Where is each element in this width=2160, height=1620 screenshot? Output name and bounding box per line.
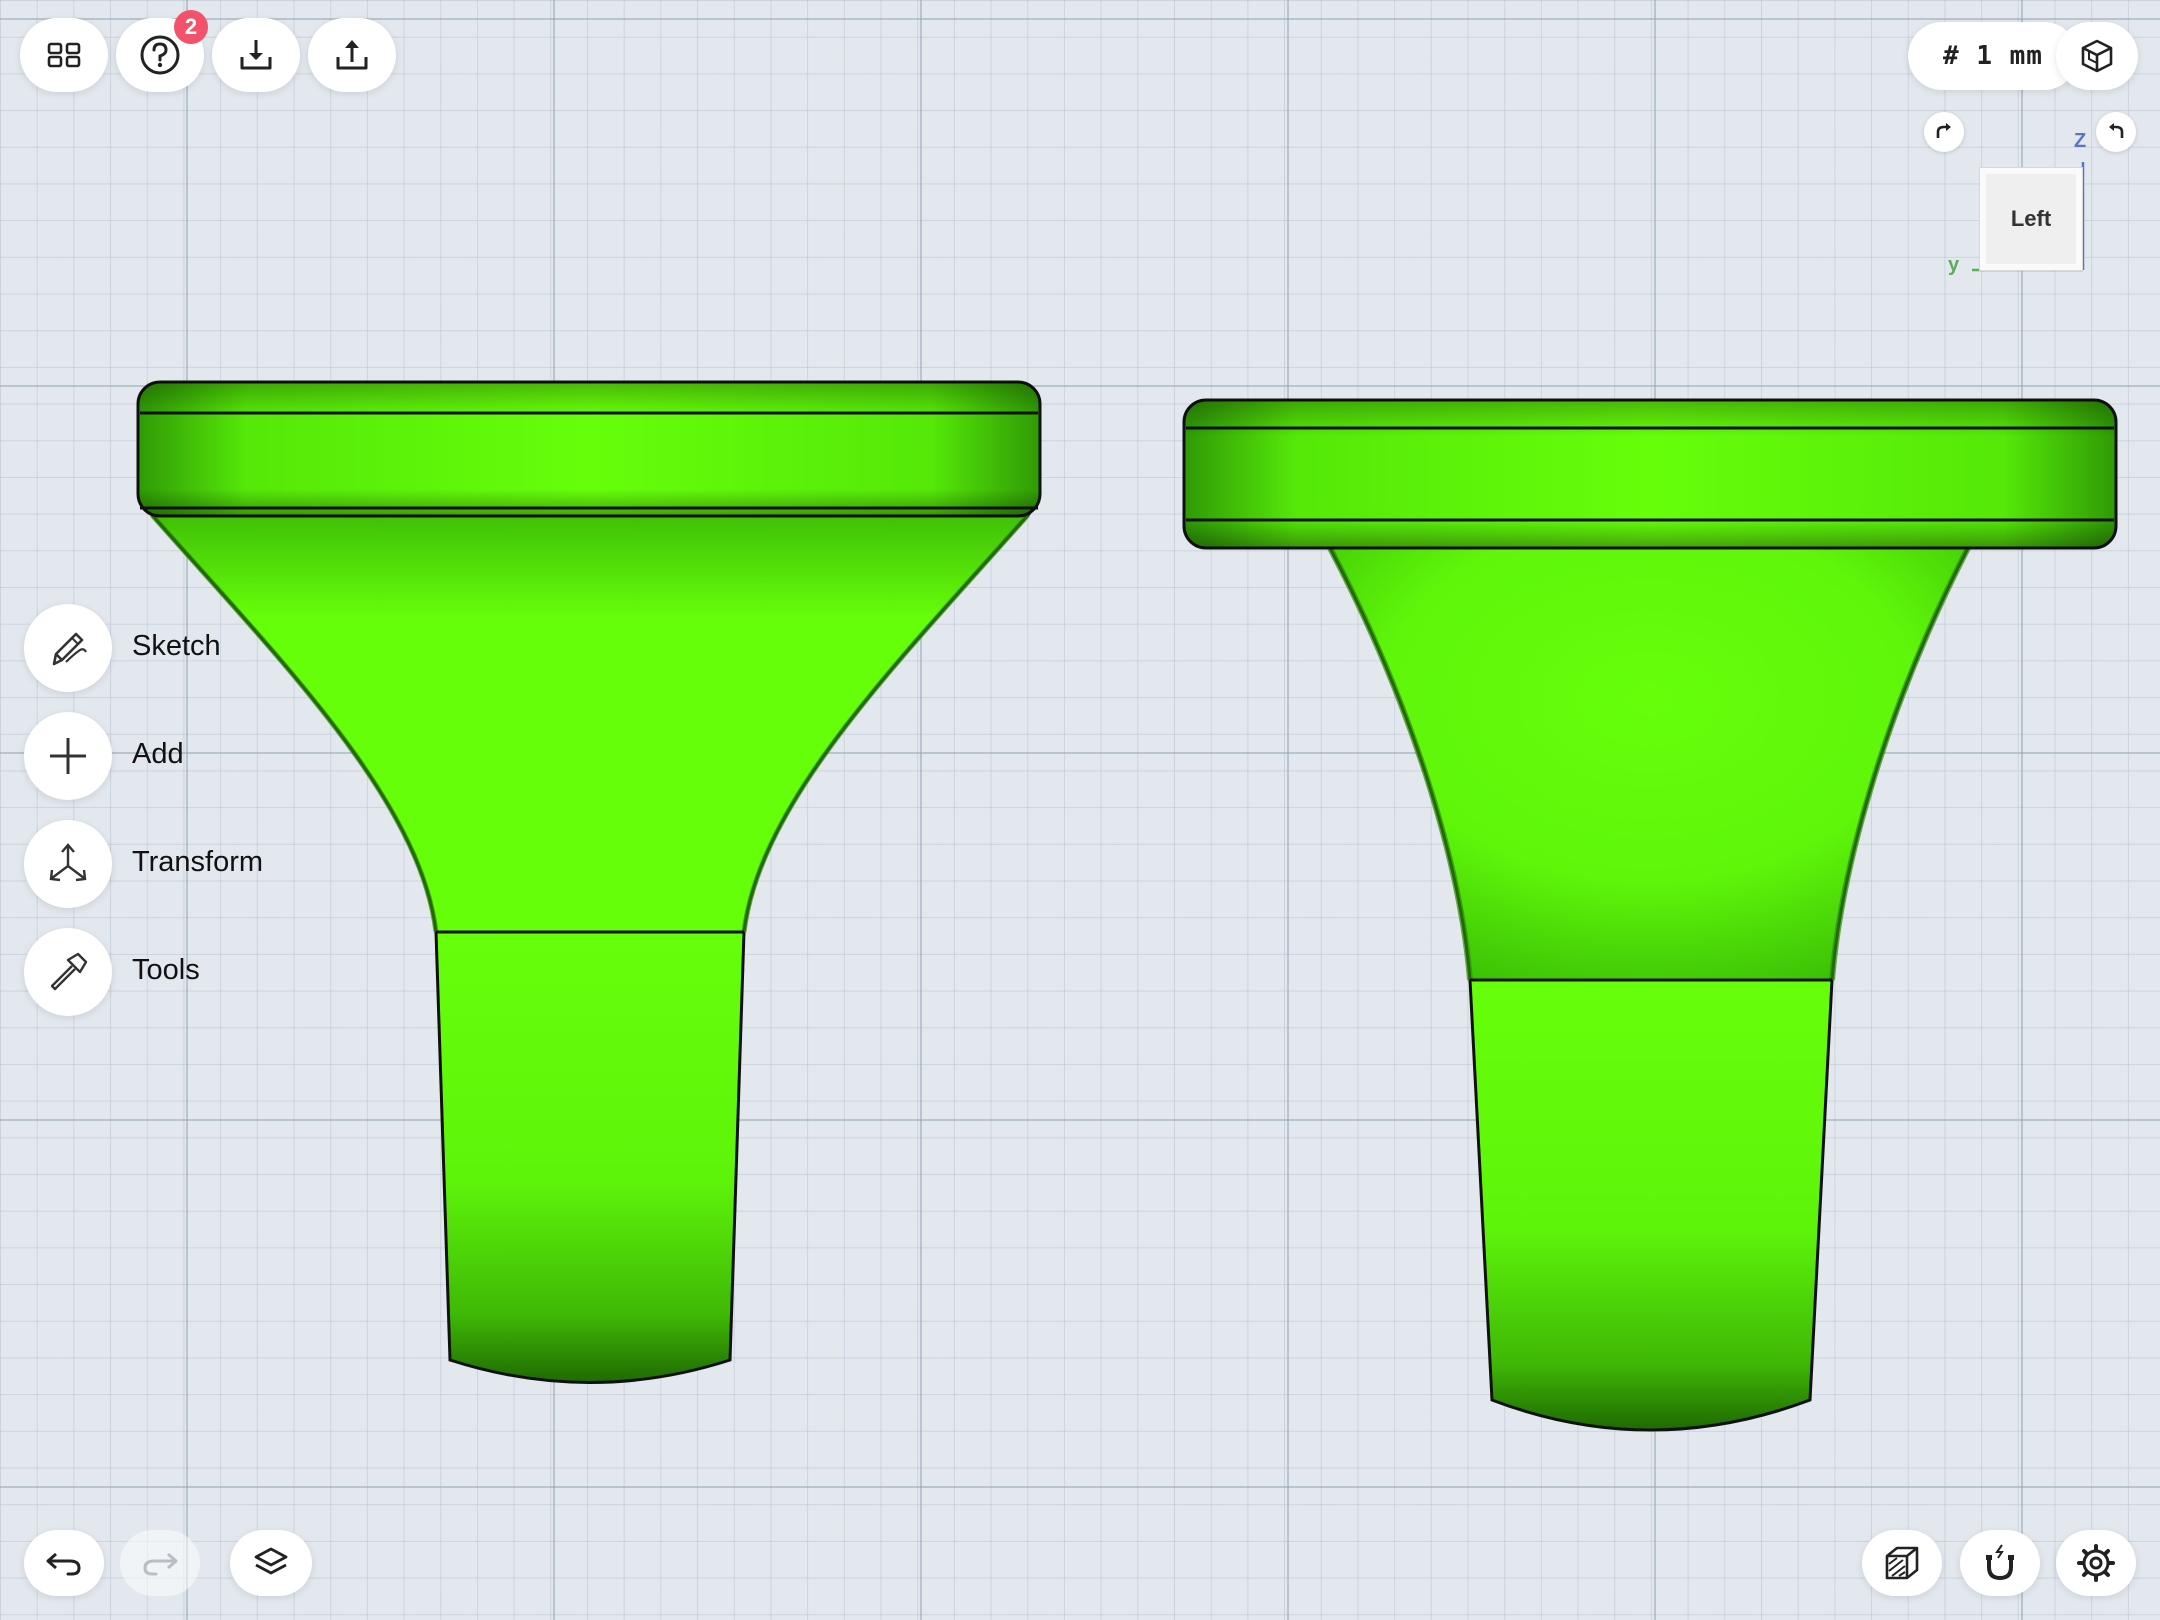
- cube-view-icon: [2078, 37, 2116, 75]
- add-label[interactable]: Add: [132, 738, 184, 771]
- export-button[interactable]: [308, 18, 396, 92]
- pen-icon: [46, 626, 90, 670]
- settings-button[interactable]: [2056, 1530, 2136, 1596]
- redo-icon: [140, 1548, 180, 1578]
- right-model-funnel: [1327, 546, 1971, 982]
- rotate-right-button[interactable]: [1924, 112, 1964, 152]
- left-model[interactable]: [136, 380, 1042, 1384]
- right-model[interactable]: [1182, 398, 2118, 1432]
- layers-button[interactable]: [230, 1530, 312, 1596]
- tools-button[interactable]: [24, 928, 112, 1016]
- grid-unit-button[interactable]: # 1 mm: [1908, 22, 2078, 90]
- tools-label[interactable]: Tools: [132, 954, 200, 987]
- rotate-left-button[interactable]: [2096, 112, 2136, 152]
- redo-button[interactable]: [120, 1530, 200, 1596]
- layers-icon: [252, 1545, 290, 1581]
- undo-icon: [44, 1548, 84, 1578]
- help-icon: [139, 34, 181, 76]
- y-axis-label: y: [1948, 254, 1960, 276]
- snap-button[interactable]: [1960, 1530, 2040, 1596]
- sketch-label[interactable]: Sketch: [132, 630, 221, 663]
- 3d-viewport[interactable]: [0, 0, 2160, 1620]
- import-button[interactable]: [212, 18, 300, 92]
- rotate-ccw-icon: [2105, 121, 2127, 143]
- material-button[interactable]: [1862, 1530, 1942, 1596]
- z-axis-label: Z: [2074, 130, 2087, 152]
- left-model-stem: [434, 930, 746, 1384]
- projects-button[interactable]: [20, 18, 108, 92]
- right-model-stem: [1468, 978, 1834, 1432]
- export-icon: [334, 37, 370, 73]
- rotate-cw-icon: [1933, 121, 1955, 143]
- material-icon: [1883, 1544, 1921, 1582]
- left-model-funnel: [148, 513, 1032, 934]
- transform-icon: [46, 842, 90, 886]
- help-badge: 2: [174, 10, 208, 44]
- magnet-icon: [1982, 1543, 2018, 1583]
- grid-icon: [47, 38, 81, 72]
- plus-icon: [48, 736, 88, 776]
- undo-button[interactable]: [24, 1530, 104, 1596]
- transform-button[interactable]: [24, 820, 112, 908]
- gear-icon: [2076, 1543, 2116, 1583]
- transform-label[interactable]: Transform: [132, 846, 263, 879]
- sketch-button[interactable]: [24, 604, 112, 692]
- hammer-icon: [46, 950, 90, 994]
- add-button[interactable]: [24, 712, 112, 800]
- model-scene[interactable]: [0, 0, 2160, 1620]
- view-cube-face[interactable]: Left: [1980, 168, 2082, 270]
- import-icon: [238, 37, 274, 73]
- view-mode-button[interactable]: [2056, 22, 2138, 90]
